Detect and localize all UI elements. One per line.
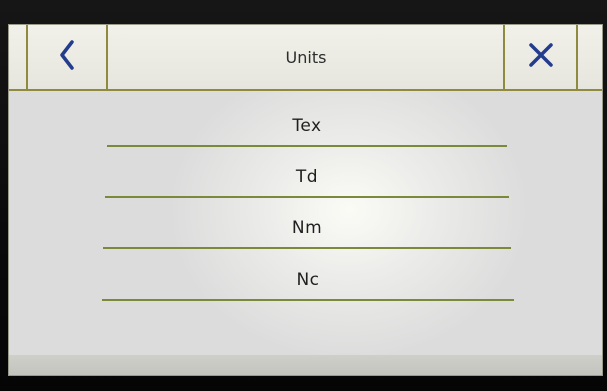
unit-option-td[interactable]: Td (105, 158, 509, 198)
unit-label: Nc (296, 270, 320, 290)
unit-option-nm[interactable]: Nm (103, 209, 511, 249)
unit-option-tex[interactable]: Tex (107, 107, 507, 147)
unit-label: Nm (291, 218, 323, 238)
unit-label: Tex (292, 116, 322, 136)
unit-option-nc[interactable]: Nc (102, 261, 514, 301)
screen-bottom-area (9, 355, 602, 375)
close-icon (527, 41, 555, 73)
touch-screen: Units Tex Td Nm Nc (8, 24, 603, 376)
chevron-left-icon (59, 40, 75, 74)
header-bar: Units (9, 25, 602, 91)
title-cell: Units (108, 25, 504, 89)
close-button[interactable] (503, 25, 578, 89)
page-title: Units (285, 47, 327, 67)
units-list: Tex Td Nm Nc (9, 91, 602, 351)
back-button[interactable] (26, 25, 108, 89)
unit-label: Td (295, 167, 319, 187)
